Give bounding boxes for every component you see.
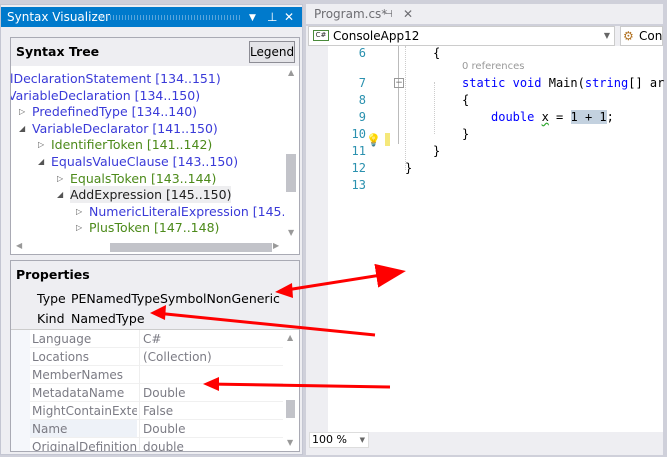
arrow-kind [155, 311, 376, 337]
annotation-arrows [150, 263, 406, 391]
arrow-metadataname [207, 382, 391, 389]
arrow-type [279, 263, 406, 293]
